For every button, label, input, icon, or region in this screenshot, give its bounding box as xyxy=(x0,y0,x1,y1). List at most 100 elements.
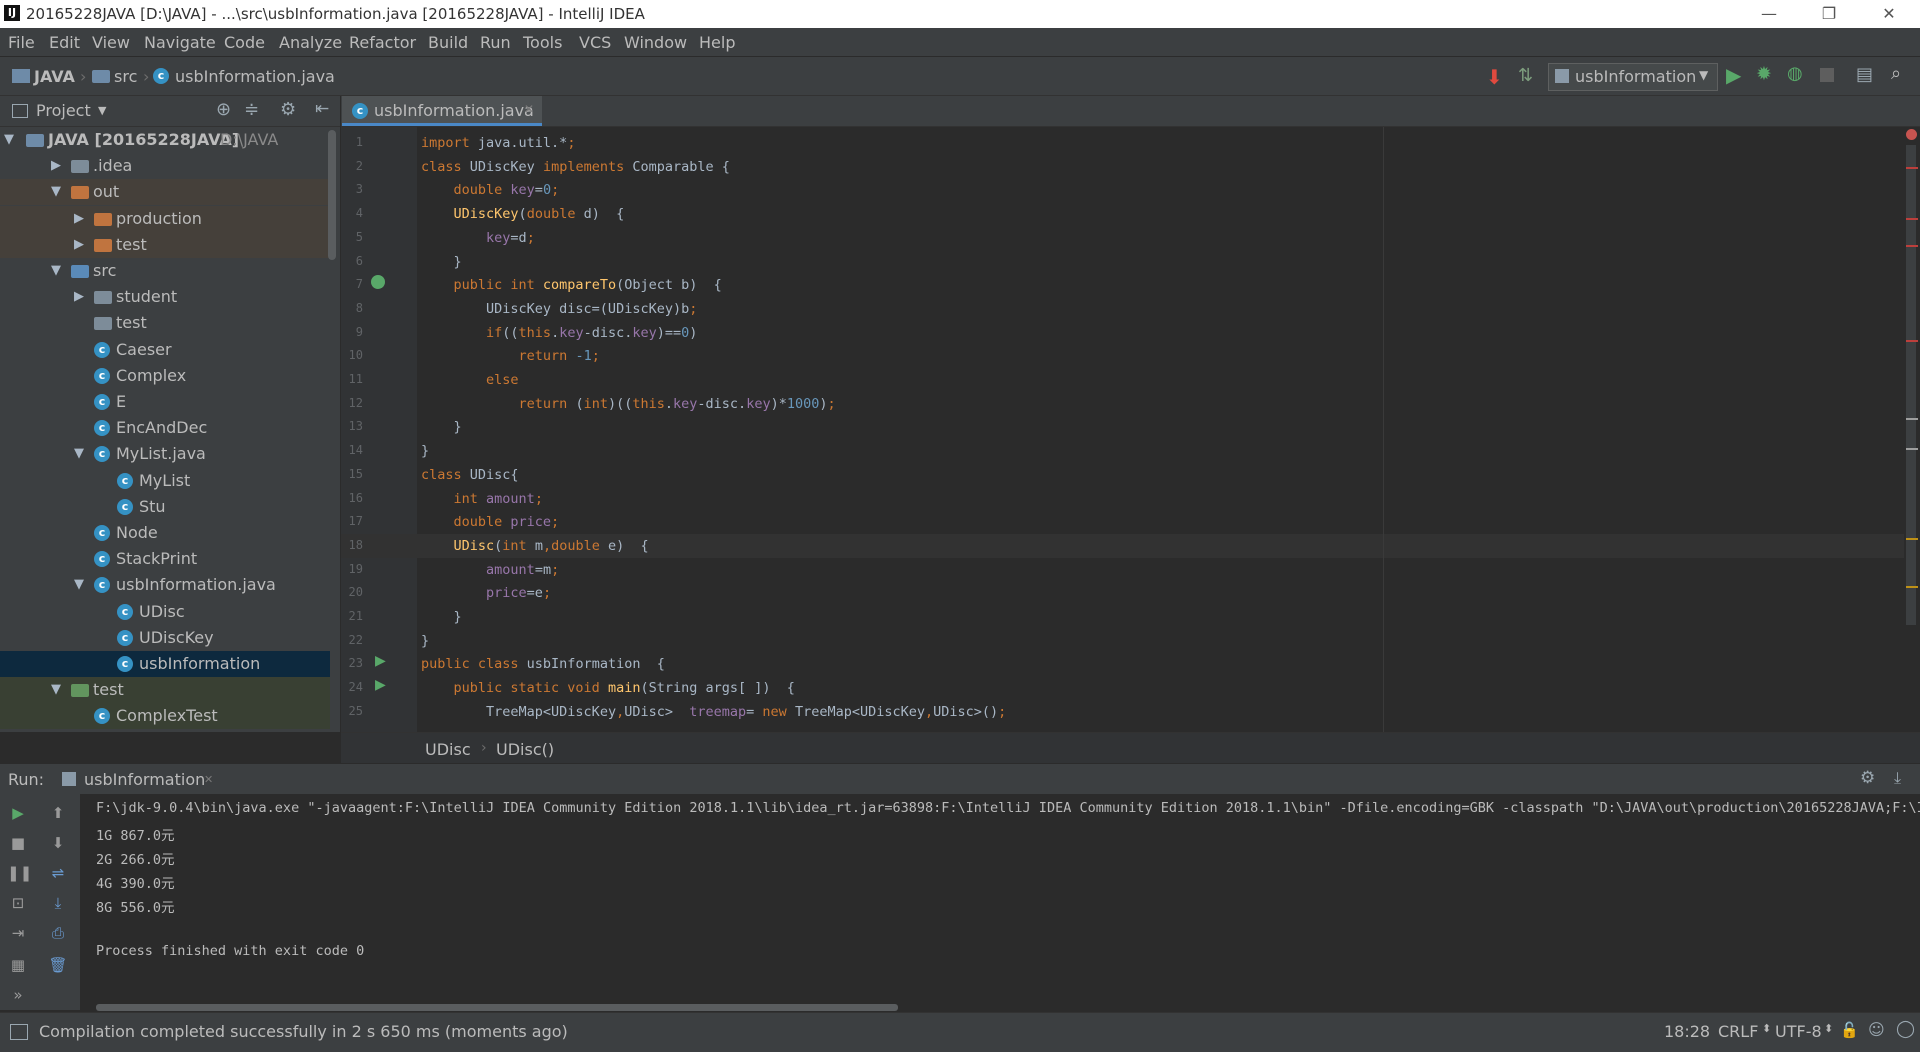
coverage-icon[interactable]: ◍ xyxy=(1787,63,1803,84)
warning-marker[interactable] xyxy=(1906,538,1918,540)
menu-navigate[interactable]: Navigate xyxy=(144,33,216,52)
scroll-to-end-icon[interactable]: ⤓ xyxy=(47,892,69,914)
code-line[interactable]: UDiscKey disc=(UDiscKey)b; xyxy=(421,297,697,321)
crumb-src[interactable]: src xyxy=(114,67,137,86)
error-marker[interactable] xyxy=(1906,245,1918,247)
exit-icon[interactable]: ⇥ xyxy=(7,922,29,944)
hide-panel-icon[interactable]: ⇤ xyxy=(315,99,329,119)
tab-usbinformation-java[interactable]: c usbInformation.java ✕ xyxy=(342,96,542,126)
close-tab-icon[interactable]: ✕ xyxy=(524,102,534,116)
error-marker[interactable] xyxy=(1906,167,1918,169)
run-gutter-icon[interactable]: ▶ xyxy=(375,653,386,669)
caret-position[interactable]: 18:28 xyxy=(1664,1022,1710,1041)
rerun-icon[interactable]: ▶ xyxy=(7,802,29,824)
code-line[interactable]: class UDiscKey implements Comparable { xyxy=(421,155,730,179)
code-line[interactable]: import java.util.*; xyxy=(421,131,575,155)
file-encoding[interactable]: UTF-8 xyxy=(1775,1022,1822,1041)
tree-item[interactable]: c Node xyxy=(0,520,330,546)
menu-code[interactable]: Code xyxy=(224,33,265,52)
warning-marker[interactable] xyxy=(1906,418,1918,420)
crumb-project[interactable]: JAVA xyxy=(34,67,75,86)
error-indicator-icon[interactable] xyxy=(1906,129,1917,140)
console-output[interactable] xyxy=(80,794,1920,1010)
vcs-update-icon[interactable]: ⬇ xyxy=(1486,65,1503,89)
tree-item[interactable]: ▼ test xyxy=(0,677,330,704)
tree-item[interactable]: ▼ out xyxy=(0,179,330,206)
sort-icon[interactable]: ⇅ xyxy=(1518,65,1533,86)
minimize-button[interactable]: — xyxy=(1746,2,1792,26)
menu-help[interactable]: Help xyxy=(699,33,735,52)
tree-item[interactable]: c UDisc xyxy=(0,599,330,625)
code-line[interactable]: return -1; xyxy=(421,344,600,368)
collapsed-arrow-icon[interactable]: ▶ xyxy=(51,153,65,179)
close-tab-icon[interactable]: ✕ xyxy=(204,773,213,786)
stop-icon[interactable] xyxy=(1820,68,1834,82)
tree-item[interactable]: c usbInformation xyxy=(0,651,330,677)
code-line[interactable]: amount=m; xyxy=(421,558,559,582)
code-line[interactable]: public static void main(String args[ ]) … xyxy=(421,676,795,700)
code-line[interactable]: public class usbInformation { xyxy=(421,652,665,676)
tree-item[interactable]: c MyList xyxy=(0,468,330,494)
menu-file[interactable]: File xyxy=(8,33,35,52)
code-line[interactable]: } xyxy=(421,415,462,439)
tree-item[interactable]: ▶ production xyxy=(0,205,330,232)
up-arrow-icon[interactable]: ⬆ xyxy=(47,802,69,824)
collapsed-arrow-icon[interactable]: ▶ xyxy=(74,232,88,258)
expanded-arrow-icon[interactable]: ▼ xyxy=(51,677,65,703)
menu-run[interactable]: Run xyxy=(480,33,511,52)
dump-threads-icon[interactable]: ⊡ xyxy=(7,892,29,914)
code-line[interactable]: public int compareTo(Object b) { xyxy=(421,273,722,297)
print-icon[interactable]: ⎙ xyxy=(47,922,69,944)
stop-icon[interactable]: ■ xyxy=(7,832,29,854)
locate-icon[interactable]: ⊕ xyxy=(216,99,231,120)
run-icon[interactable]: ▶ xyxy=(1726,63,1741,87)
tree-item[interactable]: c Complex xyxy=(0,363,330,389)
expanded-arrow-icon[interactable]: ▼ xyxy=(4,127,18,153)
breadcrumb-class[interactable]: UDisc xyxy=(425,740,471,759)
code-line[interactable]: UDisc(int m,double e) { xyxy=(421,534,649,558)
implements-gutter-icon[interactable] xyxy=(371,275,385,289)
tree-item[interactable]: ▼ src xyxy=(0,258,330,284)
tree-item[interactable]: ▼ JAVA [20165228JAVA] D:\JAVA xyxy=(0,127,330,153)
expand-icon[interactable]: » xyxy=(7,984,29,1006)
code-line[interactable]: double price; xyxy=(421,510,560,534)
chevron-down-icon[interactable]: ▼ xyxy=(98,104,106,117)
debug-icon[interactable]: ✹ xyxy=(1756,63,1772,85)
close-window-button[interactable]: ✕ xyxy=(1866,2,1912,26)
tree-item[interactable]: ▶ .idea xyxy=(0,153,330,179)
error-marker[interactable] xyxy=(1906,218,1918,220)
run-tab-label[interactable]: usbInformation xyxy=(84,770,205,789)
warning-marker[interactable] xyxy=(1906,448,1918,450)
down-arrow-icon[interactable]: ⬇ xyxy=(47,832,69,854)
status-message[interactable]: Compilation completed successfully in 2 … xyxy=(39,1022,568,1041)
tree-item[interactable]: test xyxy=(0,310,330,336)
code-line[interactable]: if((this.key-disc.key)==0) xyxy=(421,321,697,345)
code-line[interactable]: class UDisc{ xyxy=(421,463,519,487)
tree-item[interactable]: ▼ c usbInformation.java xyxy=(0,572,330,598)
tree-item[interactable]: ▼ c MyList.java xyxy=(0,441,330,467)
tree-item[interactable]: ▶ test xyxy=(0,231,330,258)
code-line[interactable]: key=d; xyxy=(421,226,535,250)
tree-item[interactable]: cE xyxy=(0,389,330,415)
menu-build[interactable]: Build xyxy=(428,33,468,52)
project-tree-scrollbar[interactable] xyxy=(328,130,336,260)
code-editor[interactable] xyxy=(417,127,1904,732)
breadcrumb-method[interactable]: UDisc() xyxy=(496,740,554,759)
code-line[interactable]: } xyxy=(421,250,462,274)
soft-wrap-icon[interactable]: ⇌ xyxy=(47,862,69,884)
tree-item[interactable]: c EncAndDec xyxy=(0,415,330,441)
run-gutter-icon[interactable]: ▶ xyxy=(375,677,386,693)
menu-tools[interactable]: Tools xyxy=(523,33,562,52)
menu-vcs[interactable]: VCS xyxy=(579,33,611,52)
menu-refactor[interactable]: Refactor xyxy=(349,33,416,52)
expanded-arrow-icon[interactable]: ▼ xyxy=(51,179,65,205)
search-icon[interactable]: ⌕ xyxy=(1891,63,1901,84)
menu-view[interactable]: View xyxy=(92,33,130,52)
code-line[interactable]: UDiscKey(double d) { xyxy=(421,202,625,226)
trash-icon[interactable]: 🗑 xyxy=(47,954,69,976)
pause-icon[interactable]: ❚❚ xyxy=(7,862,32,884)
event-log-icon[interactable]: ◯ xyxy=(1896,1019,1915,1039)
code-line[interactable]: } xyxy=(421,605,462,629)
tree-item[interactable]: c Caeser xyxy=(0,337,330,363)
run-configuration-selector[interactable]: usbInformation ▼ xyxy=(1548,63,1718,91)
